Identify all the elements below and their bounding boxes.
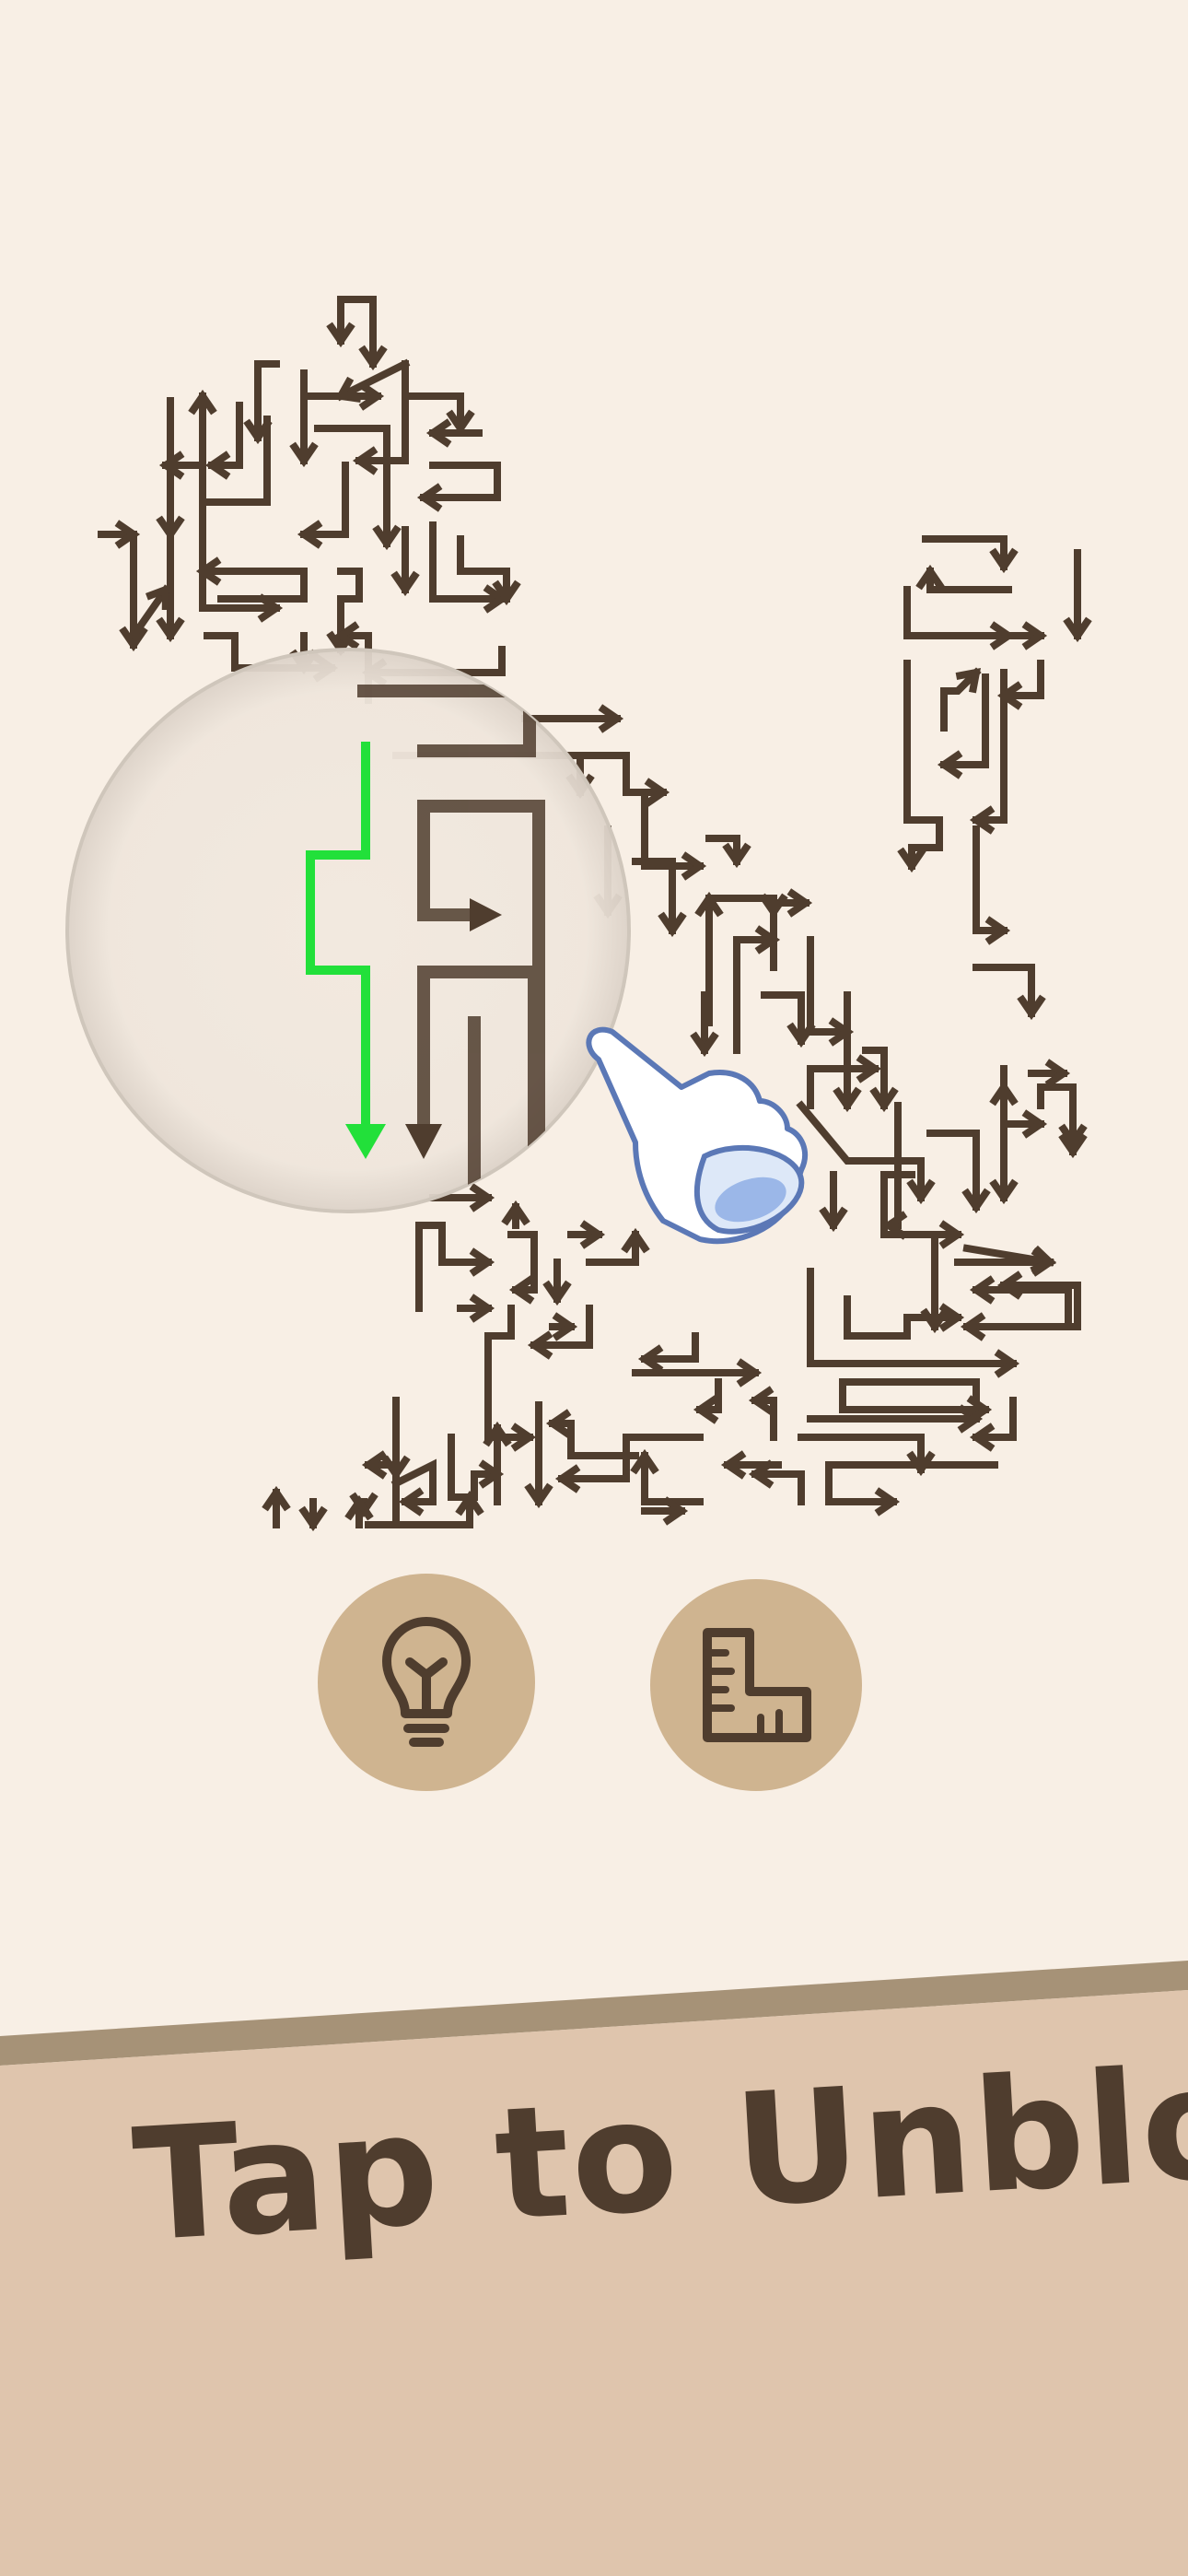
maze-arrow[interactable] — [796, 1100, 925, 1201]
maze-arrow[interactable] — [973, 825, 1007, 934]
lightbulb-icon — [318, 1574, 535, 1791]
maze-arrow[interactable] — [199, 568, 308, 603]
maze-arrow[interactable] — [844, 1295, 961, 1340]
magnifier-lens — [65, 648, 631, 1213]
maze-arrow[interactable] — [839, 1378, 989, 1413]
maze-arrow[interactable] — [885, 1102, 902, 1229]
hint-button[interactable] — [318, 1574, 535, 1791]
pointing-hand-icon — [586, 1026, 808, 1245]
arrow-maze-board[interactable] — [0, 0, 1188, 1566]
maze-arrow[interactable] — [300, 462, 349, 538]
maze-arrow[interactable] — [807, 936, 851, 1036]
ruler-icon — [650, 1579, 862, 1791]
maze-arrow[interactable] — [825, 1461, 998, 1505]
ruler-button[interactable] — [650, 1579, 862, 1791]
maze-arrow[interactable] — [903, 660, 943, 870]
maze-arrow[interactable] — [484, 1305, 533, 1441]
